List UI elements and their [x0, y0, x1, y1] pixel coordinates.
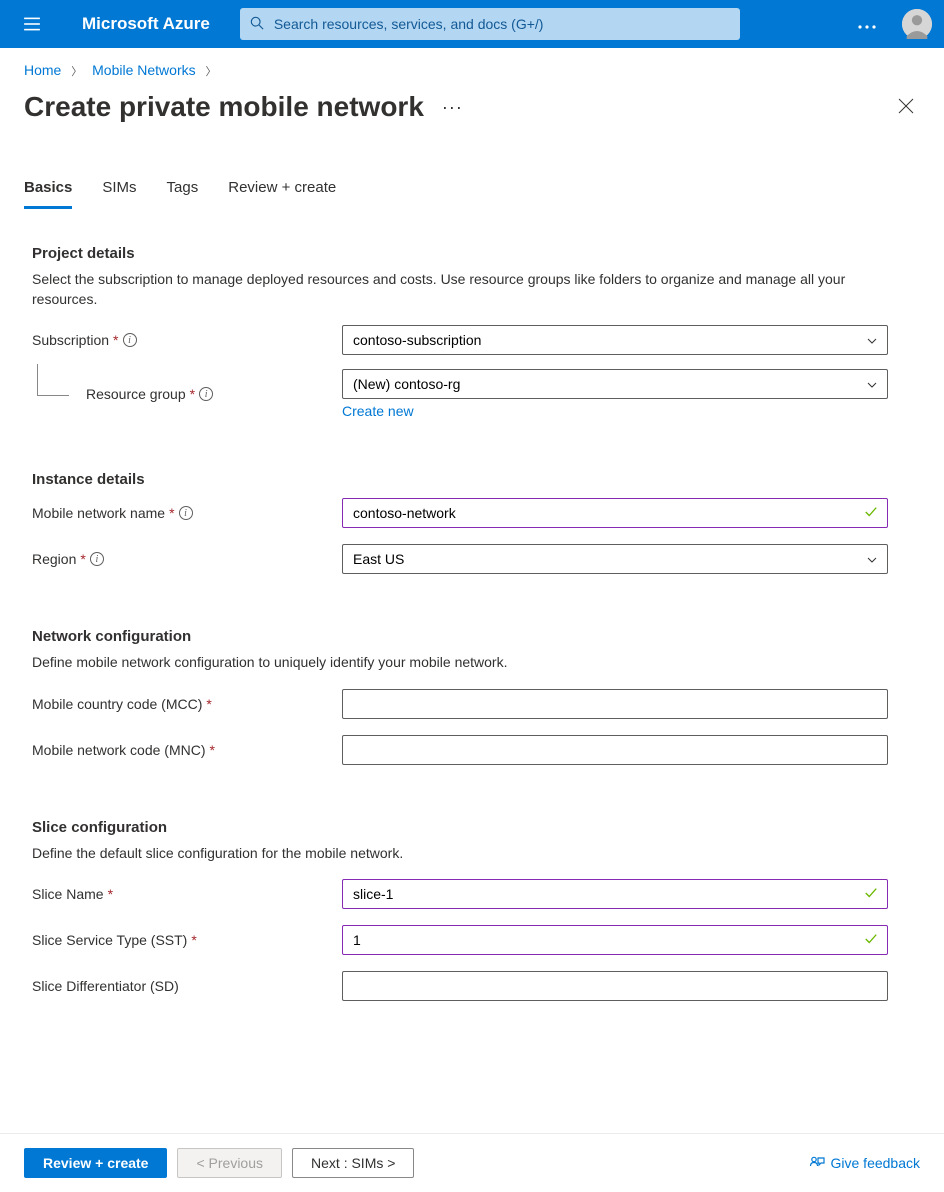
- title-row: Create private mobile network ···: [0, 85, 944, 143]
- search-icon: [250, 16, 264, 33]
- next-button[interactable]: Next : SIMs >: [292, 1148, 414, 1178]
- label-slice-sd: Slice Differentiator (SD): [32, 978, 342, 994]
- required-marker: *: [113, 332, 118, 348]
- title-more-button[interactable]: ···: [442, 97, 463, 118]
- select-subscription[interactable]: [342, 325, 888, 355]
- info-icon[interactable]: i: [123, 333, 137, 347]
- input-slice-sd[interactable]: [342, 971, 888, 1001]
- review-create-button[interactable]: Review + create: [24, 1148, 167, 1178]
- section-desc-slice: Define the default slice configuration f…: [32, 844, 852, 864]
- info-icon[interactable]: i: [90, 552, 104, 566]
- person-icon: [902, 9, 932, 39]
- header-more-button[interactable]: [850, 8, 884, 40]
- label-resource-group: Resource group * i: [32, 386, 342, 402]
- user-avatar[interactable]: [902, 9, 932, 39]
- section-header-project: Project details: [32, 245, 912, 262]
- give-feedback-link[interactable]: Give feedback: [809, 1155, 921, 1171]
- tab-basics[interactable]: Basics: [24, 173, 72, 209]
- search-input[interactable]: [240, 8, 740, 40]
- check-icon: [864, 505, 878, 522]
- close-button[interactable]: [892, 92, 920, 123]
- section-header-instance: Instance details: [32, 471, 912, 488]
- footer-bar: Review + create < Previous Next : SIMs >…: [0, 1133, 944, 1192]
- hamburger-icon: [23, 15, 41, 33]
- required-marker: *: [190, 386, 195, 402]
- close-icon: [898, 98, 914, 114]
- label-subscription: Subscription * i: [32, 332, 342, 348]
- label-slice-sst: Slice Service Type (SST) *: [32, 932, 342, 948]
- section-header-network: Network configuration: [32, 628, 912, 645]
- brand-label[interactable]: Microsoft Azure: [82, 14, 210, 34]
- section-header-slice: Slice configuration: [32, 819, 912, 836]
- check-icon: [864, 932, 878, 949]
- input-mcc[interactable]: [342, 689, 888, 719]
- label-mcc: Mobile country code (MCC) *: [32, 696, 342, 712]
- tab-review-create[interactable]: Review + create: [228, 173, 336, 209]
- tab-sims[interactable]: SIMs: [102, 173, 136, 209]
- chevron-right-icon: 〉: [71, 63, 82, 79]
- required-marker: *: [191, 932, 196, 948]
- breadcrumb-mobile-networks[interactable]: Mobile Networks: [92, 62, 195, 78]
- info-icon[interactable]: i: [179, 506, 193, 520]
- required-marker: *: [169, 505, 174, 521]
- input-mnc[interactable]: [342, 735, 888, 765]
- breadcrumb-home[interactable]: Home: [24, 62, 61, 78]
- required-marker: *: [206, 696, 211, 712]
- ellipsis-icon: [858, 25, 876, 29]
- feedback-icon: [809, 1155, 825, 1171]
- label-mnc: Mobile network code (MNC) *: [32, 742, 342, 758]
- label-region: Region * i: [32, 551, 342, 567]
- section-desc-project: Select the subscription to manage deploy…: [32, 270, 852, 309]
- label-slice-name: Slice Name *: [32, 886, 342, 902]
- required-marker: *: [210, 742, 215, 758]
- breadcrumb: Home 〉 Mobile Networks 〉: [0, 48, 944, 85]
- link-create-new-rg[interactable]: Create new: [342, 403, 414, 419]
- chevron-right-icon: 〉: [206, 63, 217, 79]
- section-desc-network: Define mobile network configuration to u…: [32, 653, 852, 673]
- info-icon[interactable]: i: [199, 387, 213, 401]
- top-header: Microsoft Azure: [0, 0, 944, 48]
- page-title: Create private mobile network: [24, 91, 424, 123]
- select-resource-group[interactable]: [342, 369, 888, 399]
- tab-tags[interactable]: Tags: [167, 173, 199, 209]
- previous-button: < Previous: [177, 1148, 282, 1178]
- input-slice-sst[interactable]: [342, 925, 888, 955]
- required-marker: *: [108, 886, 113, 902]
- check-icon: [864, 886, 878, 903]
- hamburger-menu-button[interactable]: [12, 4, 52, 44]
- label-network-name: Mobile network name * i: [32, 505, 342, 521]
- required-marker: *: [80, 551, 85, 567]
- select-region[interactable]: [342, 544, 888, 574]
- tabs: Basics SIMs Tags Review + create: [0, 143, 944, 209]
- input-network-name[interactable]: [342, 498, 888, 528]
- input-slice-name[interactable]: [342, 879, 888, 909]
- tree-line: [37, 364, 69, 396]
- search-box: [240, 8, 740, 40]
